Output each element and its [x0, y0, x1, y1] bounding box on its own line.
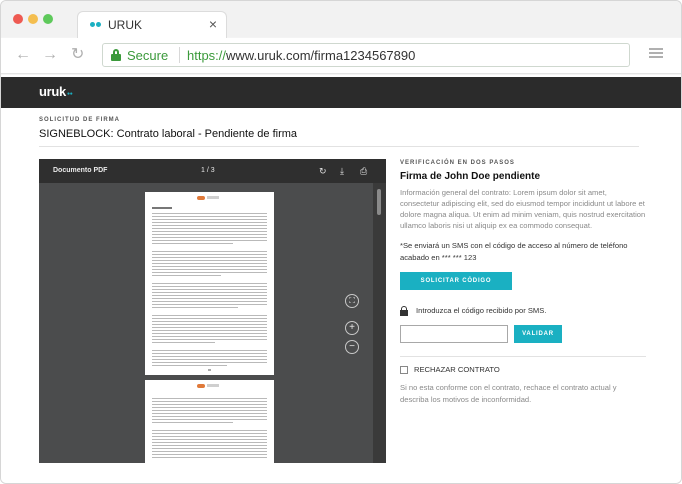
page-logo-mark [197, 384, 205, 388]
pdf-scroll-thumb[interactable] [377, 189, 381, 215]
page-logo-text [207, 196, 219, 199]
forward-arrow-icon[interactable]: → [42, 45, 58, 65]
address-bar[interactable]: Secure https://www.uruk.com/firma1234567… [102, 43, 630, 67]
tab-close-icon[interactable]: × [209, 16, 217, 32]
sms-code-input[interactable] [400, 325, 508, 343]
zoom-out-icon[interactable]: − [345, 340, 359, 354]
page-number-mark [208, 369, 211, 371]
pdf-page-indicator: 1 / 3 [201, 167, 215, 174]
fit-page-icon[interactable]: ⛶ [345, 294, 359, 308]
address-separator [179, 47, 180, 63]
reload-icon[interactable]: ↻ [71, 45, 84, 65]
pdf-page-1 [145, 192, 274, 375]
sms-notice: *Se enviará un SMS con el código de acce… [400, 241, 628, 262]
hamburger-menu-icon[interactable] [649, 48, 663, 59]
reject-divider [400, 356, 646, 357]
pdf-scrollbar[interactable] [373, 183, 386, 463]
pdf-page-2 [145, 380, 274, 463]
pdf-canvas[interactable]: ⛶ + − [39, 183, 373, 463]
maximize-window-button[interactable] [43, 14, 53, 24]
url-scheme: https:// [187, 48, 227, 63]
page-heading [152, 207, 172, 209]
reject-description: Si no esta conforme con el contrato, rec… [400, 383, 617, 404]
page-logo-mark [197, 196, 205, 200]
pdf-title: Documento PDF [53, 167, 108, 174]
download-icon[interactable]: ⤓ [340, 165, 344, 177]
lock-icon [111, 49, 121, 61]
zoom-in-icon[interactable]: + [345, 321, 359, 335]
padlock-icon [400, 306, 408, 316]
navigation-bar: ← → ↻ Secure https://www.uruk.com/firma1… [1, 38, 681, 74]
brand-text: uruk [39, 84, 66, 99]
validate-button[interactable]: Validar [514, 325, 562, 343]
uruk-favicon-icon [90, 21, 102, 29]
web-page: uruk●● Solicitud de firma SIGNEBLOCK: Co… [1, 75, 681, 483]
browser-window: URUK × ← → ↻ Secure https://www.uruk.com… [0, 0, 682, 484]
title-bar: URUK × [1, 1, 681, 38]
tab-title: URUK [108, 18, 143, 32]
page-logo-text [207, 384, 219, 387]
contract-description: Información general del contrato: Lorem … [400, 188, 646, 230]
uruk-logo[interactable]: uruk●● [39, 84, 73, 99]
close-window-button[interactable] [13, 14, 23, 24]
print-icon[interactable]: ⎙ [360, 165, 367, 177]
browser-tab[interactable]: URUK × [77, 11, 227, 38]
back-arrow-icon[interactable]: ← [15, 45, 31, 65]
code-hint: Introduzca el código recibido por SMS. [416, 306, 547, 315]
reject-contract-checkbox[interactable] [400, 366, 408, 374]
pdf-toolbar: Documento PDF 1 / 3 ↻ ⤓ ⎙ [39, 159, 386, 183]
page-text-block [152, 398, 267, 460]
url-text[interactable]: https://www.uruk.com/firma1234567890 [187, 48, 415, 63]
title-divider [39, 146, 639, 147]
section-kicker: Solicitud de firma [39, 117, 120, 123]
page-title: SIGNEBLOCK: Contrato laboral - Pendiente… [39, 128, 298, 140]
reject-contract-label[interactable]: Rechazar contrato [414, 365, 500, 374]
minimize-window-button[interactable] [28, 14, 38, 24]
secure-label: Secure [127, 48, 169, 63]
verification-kicker: Verificación en dos pasos [400, 160, 515, 166]
request-code-button[interactable]: Solicitar código [400, 272, 512, 290]
brand-dots: ●● [66, 91, 73, 97]
verification-title: Firma de John Doe pendiente [400, 171, 541, 182]
url-path: www.uruk.com/firma1234567890 [226, 48, 416, 63]
rotate-icon[interactable]: ↻ [319, 165, 327, 177]
page-text-block [152, 213, 267, 368]
app-header: uruk●● [1, 77, 681, 108]
pdf-viewer: Documento PDF 1 / 3 ↻ ⤓ ⎙ ⛶ + − [39, 159, 386, 463]
